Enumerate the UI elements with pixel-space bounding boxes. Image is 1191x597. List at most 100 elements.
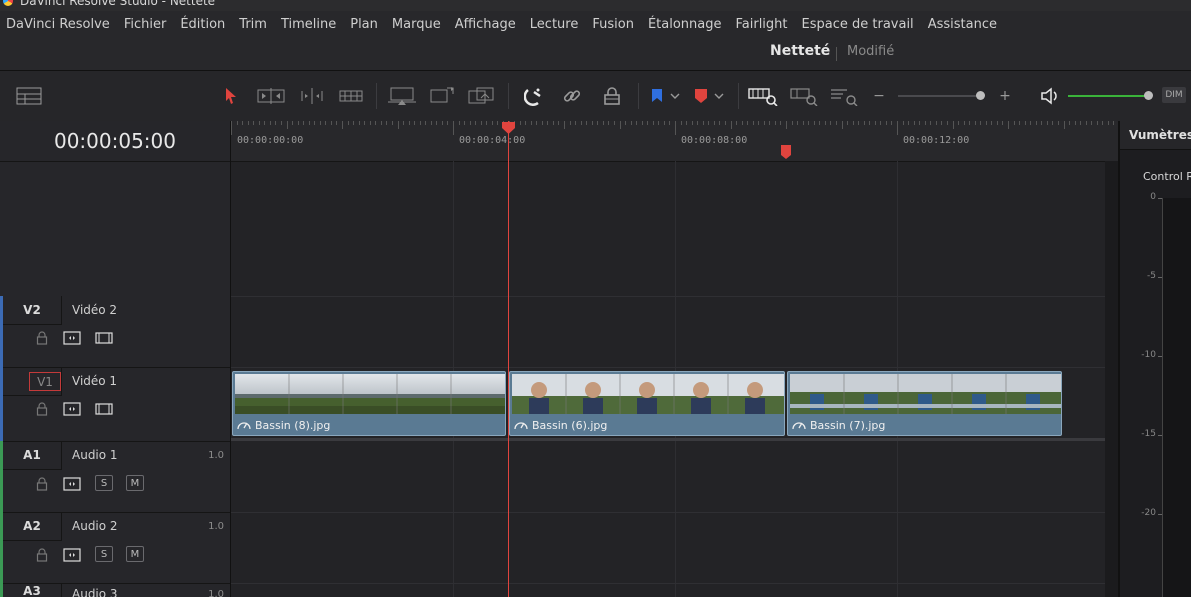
track-lock-button[interactable] bbox=[34, 330, 50, 346]
menu-affichage[interactable]: Affichage bbox=[455, 17, 516, 32]
dim-button[interactable]: DIM bbox=[1162, 87, 1186, 103]
zoom-out-button[interactable]: − bbox=[870, 71, 888, 121]
track-enable-button[interactable] bbox=[95, 401, 113, 417]
volume-slider-knob[interactable] bbox=[1144, 91, 1153, 100]
ruler-tick bbox=[1091, 121, 1093, 125]
replace-clip-button[interactable] bbox=[466, 71, 498, 121]
trim-icon bbox=[257, 88, 285, 104]
timeline-marker-icon[interactable] bbox=[780, 144, 792, 160]
menu-plan[interactable]: Plan bbox=[350, 17, 378, 32]
ruler-tick bbox=[625, 121, 627, 125]
zoom-slider-track[interactable] bbox=[898, 95, 984, 97]
timeline-ruler[interactable]: 00:00:00:00 00:00:04:00 00:00:08:00 00:0… bbox=[231, 121, 1118, 162]
mute-button[interactable]: M bbox=[126, 546, 144, 562]
solo-button[interactable]: S bbox=[95, 475, 113, 491]
clip-bassin-7[interactable]: Bassin (7).jpg bbox=[787, 371, 1062, 436]
ruler-tick bbox=[824, 121, 826, 125]
track-id[interactable]: A1 bbox=[3, 441, 62, 470]
track-name[interactable]: Audio 2 bbox=[72, 519, 118, 533]
timeline-timecode[interactable]: 00:00:05:00 bbox=[0, 121, 230, 162]
menu-trim[interactable]: Trim bbox=[239, 17, 267, 32]
marker-button[interactable] bbox=[690, 71, 712, 121]
insert-clip-button[interactable] bbox=[386, 71, 418, 121]
track-lock-button[interactable] bbox=[34, 401, 50, 417]
track-header-a3[interactable]: A3 Audio 3 1.0 bbox=[0, 583, 230, 597]
ruler-tick bbox=[636, 121, 638, 125]
blade-edit-mode-button[interactable] bbox=[336, 71, 366, 121]
position-lock-toggle[interactable] bbox=[598, 71, 626, 121]
flag-button[interactable] bbox=[646, 71, 668, 121]
ruler-tick bbox=[297, 121, 299, 125]
menu-fichier[interactable]: Fichier bbox=[124, 17, 167, 32]
track-name[interactable]: Audio 3 bbox=[72, 587, 118, 597]
detail-zoom-button[interactable] bbox=[788, 71, 820, 121]
red-marker-icon bbox=[695, 89, 707, 103]
marker-color-dropdown[interactable] bbox=[712, 71, 726, 121]
zoom-in-button[interactable]: + bbox=[996, 71, 1014, 121]
ruler-tick bbox=[547, 121, 549, 125]
auto-track-select-button[interactable] bbox=[63, 476, 81, 492]
track-header-v1[interactable]: V1 Vidéo 1 bbox=[0, 367, 230, 442]
selection-mode-button[interactable] bbox=[220, 71, 242, 121]
menu-assistance[interactable]: Assistance bbox=[928, 17, 997, 32]
track-name[interactable]: Audio 1 bbox=[72, 448, 118, 462]
dynamic-trim-mode-button[interactable] bbox=[297, 71, 327, 121]
ruler-tick bbox=[1046, 121, 1048, 125]
linked-selection-toggle[interactable] bbox=[558, 71, 586, 121]
menu-etalonnage[interactable]: Étalonnage bbox=[648, 17, 722, 32]
track-destination-selector[interactable]: V1 bbox=[29, 372, 61, 391]
menu-edition[interactable]: Édition bbox=[180, 17, 225, 32]
meters-title: Vumètres bbox=[1129, 128, 1191, 142]
menu-espace-de-travail[interactable]: Espace de travail bbox=[802, 17, 914, 32]
menu-marque[interactable]: Marque bbox=[392, 17, 441, 32]
ruler-tick bbox=[308, 121, 310, 125]
ruler-tick bbox=[974, 121, 976, 125]
ruler-tick bbox=[469, 121, 471, 125]
track-name[interactable]: Vidéo 1 bbox=[72, 374, 117, 388]
track-lock-button[interactable] bbox=[34, 547, 50, 563]
clip-bassin-6[interactable]: Bassin (6).jpg bbox=[509, 371, 785, 436]
auto-select-icon bbox=[63, 548, 81, 562]
menu-davinci-resolve[interactable]: DaVinci Resolve bbox=[6, 17, 110, 32]
custom-zoom-button[interactable] bbox=[828, 71, 860, 121]
snapping-toggle[interactable] bbox=[520, 71, 548, 121]
clip-bassin-8[interactable]: Bassin (8).jpg bbox=[232, 371, 506, 436]
track-name[interactable]: Vidéo 2 bbox=[72, 303, 117, 317]
trim-edit-mode-button[interactable] bbox=[256, 71, 286, 121]
ruler-tick bbox=[1107, 121, 1109, 125]
playhead-line[interactable] bbox=[508, 121, 509, 597]
zoom-slider-knob[interactable] bbox=[976, 91, 985, 100]
mute-button[interactable]: M bbox=[126, 475, 144, 491]
track-id[interactable]: V2 bbox=[3, 296, 62, 325]
auto-track-select-button[interactable] bbox=[63, 547, 81, 563]
track-id[interactable]: A2 bbox=[3, 512, 62, 541]
ruler-tick bbox=[874, 121, 876, 125]
solo-button[interactable]: S bbox=[95, 546, 113, 562]
track-lock-button[interactable] bbox=[34, 476, 50, 492]
menu-fairlight[interactable]: Fairlight bbox=[735, 17, 787, 32]
timeline-area[interactable]: 00:00:00:00 00:00:04:00 00:00:08:00 00:0… bbox=[231, 121, 1118, 597]
track-header-a2[interactable]: A2 Audio 2 1.0 S M bbox=[0, 512, 230, 584]
timeline-view-options-button[interactable] bbox=[14, 71, 44, 121]
auto-track-select-button[interactable] bbox=[63, 401, 81, 417]
ruler-tick bbox=[397, 121, 399, 129]
track-id-cell[interactable]: V1 bbox=[3, 367, 62, 396]
volume-button[interactable] bbox=[1038, 71, 1062, 121]
playhead-handle-icon[interactable] bbox=[501, 121, 516, 135]
volume-slider-track[interactable] bbox=[1068, 95, 1150, 97]
track-enable-button[interactable] bbox=[95, 330, 113, 346]
track-id[interactable]: A3 bbox=[3, 583, 62, 597]
menu-fusion[interactable]: Fusion bbox=[592, 17, 634, 32]
flag-color-dropdown[interactable] bbox=[668, 71, 682, 121]
ruler-tick bbox=[330, 121, 332, 125]
timeline-vertical-scrollbar[interactable] bbox=[1105, 161, 1118, 597]
menu-timeline[interactable]: Timeline bbox=[281, 17, 336, 32]
track-header-v2[interactable]: V2 Vidéo 2 bbox=[0, 296, 230, 368]
ruler-tick bbox=[1024, 121, 1026, 125]
overwrite-clip-button[interactable] bbox=[428, 71, 456, 121]
full-extent-zoom-button[interactable] bbox=[746, 71, 780, 121]
auto-track-select-button[interactable] bbox=[63, 330, 81, 346]
ruler-tick bbox=[669, 121, 671, 125]
menu-lecture[interactable]: Lecture bbox=[530, 17, 579, 32]
track-header-a1[interactable]: A1 Audio 1 1.0 S M bbox=[0, 441, 230, 513]
